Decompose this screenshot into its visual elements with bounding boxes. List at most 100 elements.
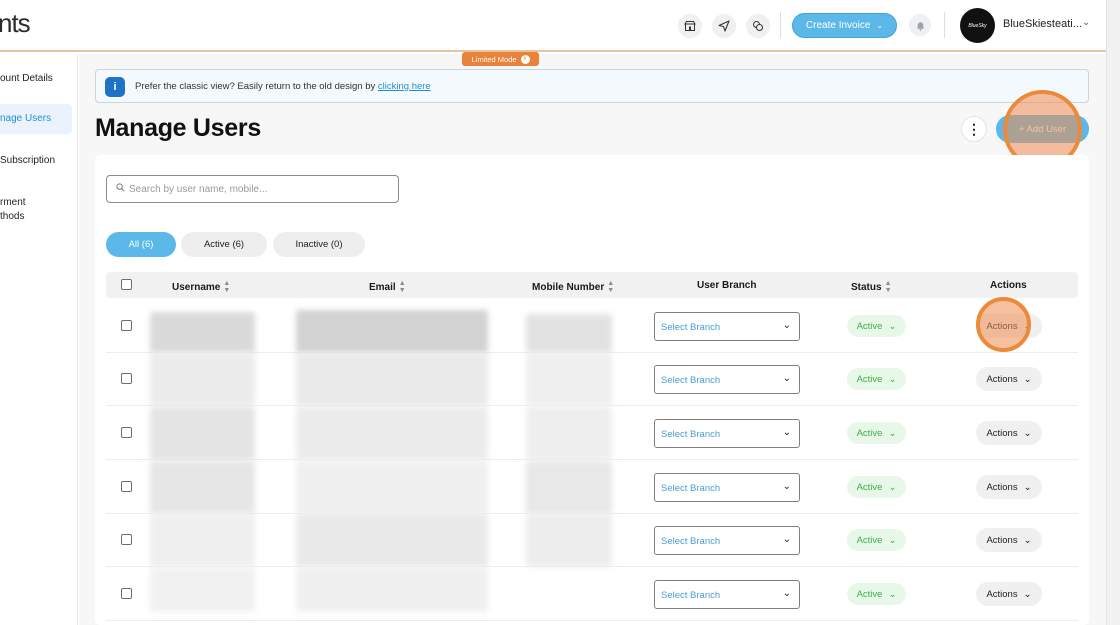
actions-label: Actions <box>986 481 1018 493</box>
sort-icon[interactable]: ▲ ▼ <box>223 280 230 294</box>
actions-label: Actions <box>986 320 1018 332</box>
branch-select-label: Select Branch <box>661 375 721 386</box>
row-checkbox[interactable] <box>121 588 132 599</box>
coins-icon[interactable] <box>746 14 770 38</box>
chevron-down-icon: ⌄ <box>1023 427 1032 439</box>
sort-icon[interactable]: ▲ ▼ <box>885 280 892 294</box>
divider <box>780 12 781 38</box>
account-name[interactable]: BlueSkiesteati... <box>1003 18 1082 30</box>
column-email[interactable]: Email ▲ ▼ <box>369 280 406 294</box>
table-row[interactable]: Select Branch ⌄ Active ⌄ Actions ⌄ <box>106 514 1078 567</box>
branch-select[interactable]: Select Branch ⌄ <box>654 526 800 555</box>
column-label: User Branch <box>697 280 757 291</box>
banner-message: Prefer the classic view? Easily return t… <box>135 81 431 92</box>
classic-view-link[interactable]: clicking here <box>378 81 431 92</box>
send-icon[interactable] <box>712 14 736 38</box>
chevron-down-icon: ⌄ <box>1023 481 1032 493</box>
status-badge[interactable]: Active ⌄ <box>847 529 906 551</box>
column-status[interactable]: Status ▲ ▼ <box>851 280 892 294</box>
status-label: Active <box>856 588 883 600</box>
status-badge[interactable]: Active ⌄ <box>847 368 906 390</box>
sort-icon[interactable]: ▲ ▼ <box>399 280 406 294</box>
avatar-logo-text: BlueSky <box>968 22 987 29</box>
status-badge[interactable]: Active ⌄ <box>847 315 906 337</box>
search-icon <box>116 183 125 195</box>
column-mobile-number[interactable]: Mobile Number ▲ ▼ <box>532 280 614 294</box>
actions-label: Actions <box>986 427 1018 439</box>
avatar[interactable]: BlueSky <box>960 8 995 43</box>
branch-select[interactable]: Select Branch ⌄ <box>654 312 800 341</box>
table-row[interactable]: Select Branch ⌄ Active ⌄ Actions ⌄ <box>106 300 1078 353</box>
redacted-username <box>150 353 255 406</box>
branch-select[interactable]: Select Branch ⌄ <box>654 365 800 394</box>
chevron-down-icon: ⌄ <box>888 588 897 600</box>
more-options-icon[interactable]: ⋮ <box>961 116 987 142</box>
sidebar-item-manage-users[interactable]: nage Users <box>0 104 72 134</box>
filter-all[interactable]: All (6) <box>106 232 176 257</box>
branch-select[interactable]: Select Branch ⌄ <box>654 419 800 448</box>
sort-icon[interactable]: ▲ ▼ <box>607 280 614 294</box>
table-row[interactable]: Select Branch ⌄ Active ⌄ Actions ⌄ <box>106 353 1078 406</box>
status-badge[interactable]: Active ⌄ <box>847 476 906 498</box>
search-box[interactable] <box>106 175 399 203</box>
redacted-mobile <box>526 314 612 353</box>
row-checkbox[interactable] <box>121 534 132 545</box>
status-badge[interactable]: Active ⌄ <box>847 583 906 605</box>
top-bar: nts Create Invoice ⌄ BlueSky BlueSkieste… <box>0 0 1106 52</box>
chevron-down-icon[interactable]: ⌄ <box>1082 17 1090 28</box>
store-icon[interactable] <box>678 14 702 38</box>
actions-button[interactable]: Actions ⌄ <box>976 528 1042 552</box>
branch-select-label: Select Branch <box>661 322 721 333</box>
create-invoice-button[interactable]: Create Invoice ⌄ <box>792 13 897 38</box>
add-user-label: + Add User <box>1018 123 1067 135</box>
sidebar-item-label: ount Details <box>0 73 53 84</box>
actions-button[interactable]: Actions ⌄ <box>976 475 1042 499</box>
redacted-username <box>150 514 255 567</box>
column-user-branch: User Branch <box>697 280 756 291</box>
divider <box>944 12 945 38</box>
redacted-username <box>150 461 255 514</box>
table-row[interactable]: Select Branch ⌄ Active ⌄ Actions ⌄ <box>106 568 1078 621</box>
actions-button[interactable]: Actions ⌄ <box>976 421 1042 445</box>
filter-inactive[interactable]: Inactive (0) <box>273 232 365 257</box>
chevron-down-icon: ⌄ <box>1023 320 1032 332</box>
banner-text: Prefer the classic view? Easily return t… <box>135 81 378 92</box>
chevron-down-icon: ⌄ <box>1023 534 1032 546</box>
sidebar-item-subscription[interactable]: Subscription <box>0 154 72 168</box>
search-input[interactable] <box>129 180 389 199</box>
actions-button[interactable]: Actions ⌄ <box>976 367 1042 391</box>
row-checkbox[interactable] <box>121 481 132 492</box>
chevron-down-icon: ⌄ <box>782 427 791 438</box>
filter-active[interactable]: Active (6) <box>181 232 267 257</box>
status-badge[interactable]: Active ⌄ <box>847 422 906 444</box>
row-checkbox[interactable] <box>121 320 132 331</box>
vertical-scrollbar[interactable] <box>1106 0 1120 625</box>
chevron-down-icon: ⌄ <box>782 588 791 599</box>
row-checkbox[interactable] <box>121 427 132 438</box>
chevron-down-icon: ⌄ <box>888 320 897 332</box>
sidebar-item-label: Subscription <box>0 155 56 166</box>
actions-button[interactable]: Actions ⌄ <box>976 582 1042 606</box>
add-user-button[interactable]: + Add User <box>996 115 1089 143</box>
page-title: Manage Users <box>95 114 261 142</box>
table-row[interactable]: Select Branch ⌄ Active ⌄ Actions ⌄ <box>106 461 1078 514</box>
info-icon[interactable]: i <box>520 54 530 64</box>
row-checkbox[interactable] <box>121 373 132 384</box>
actions-button[interactable]: Actions ⌄ <box>976 314 1042 338</box>
branch-select-label: Select Branch <box>661 536 721 547</box>
table-row[interactable]: Select Branch ⌄ Active ⌄ Actions ⌄ <box>106 407 1078 460</box>
table-header: Username ▲ ▼ Email ▲ ▼ Mobile Number ▲ ▼ User … <box>106 272 1078 298</box>
select-all-checkbox[interactable] <box>121 279 132 290</box>
status-label: Active <box>856 320 883 332</box>
actions-label: Actions <box>986 588 1018 600</box>
branch-select[interactable]: Select Branch ⌄ <box>654 580 800 609</box>
branch-select[interactable]: Select Branch ⌄ <box>654 473 800 502</box>
redacted-username <box>150 407 255 460</box>
info-icon: i <box>105 77 125 97</box>
sidebar-item-payment-methods[interactable]: rment thods <box>0 196 72 224</box>
chevron-down-icon: ⌄ <box>888 373 897 385</box>
column-label: Email <box>369 281 396 293</box>
column-username[interactable]: Username ▲ ▼ <box>172 280 230 294</box>
bell-icon[interactable] <box>909 14 931 36</box>
sidebar-item-account-details[interactable]: ount Details <box>0 72 72 86</box>
